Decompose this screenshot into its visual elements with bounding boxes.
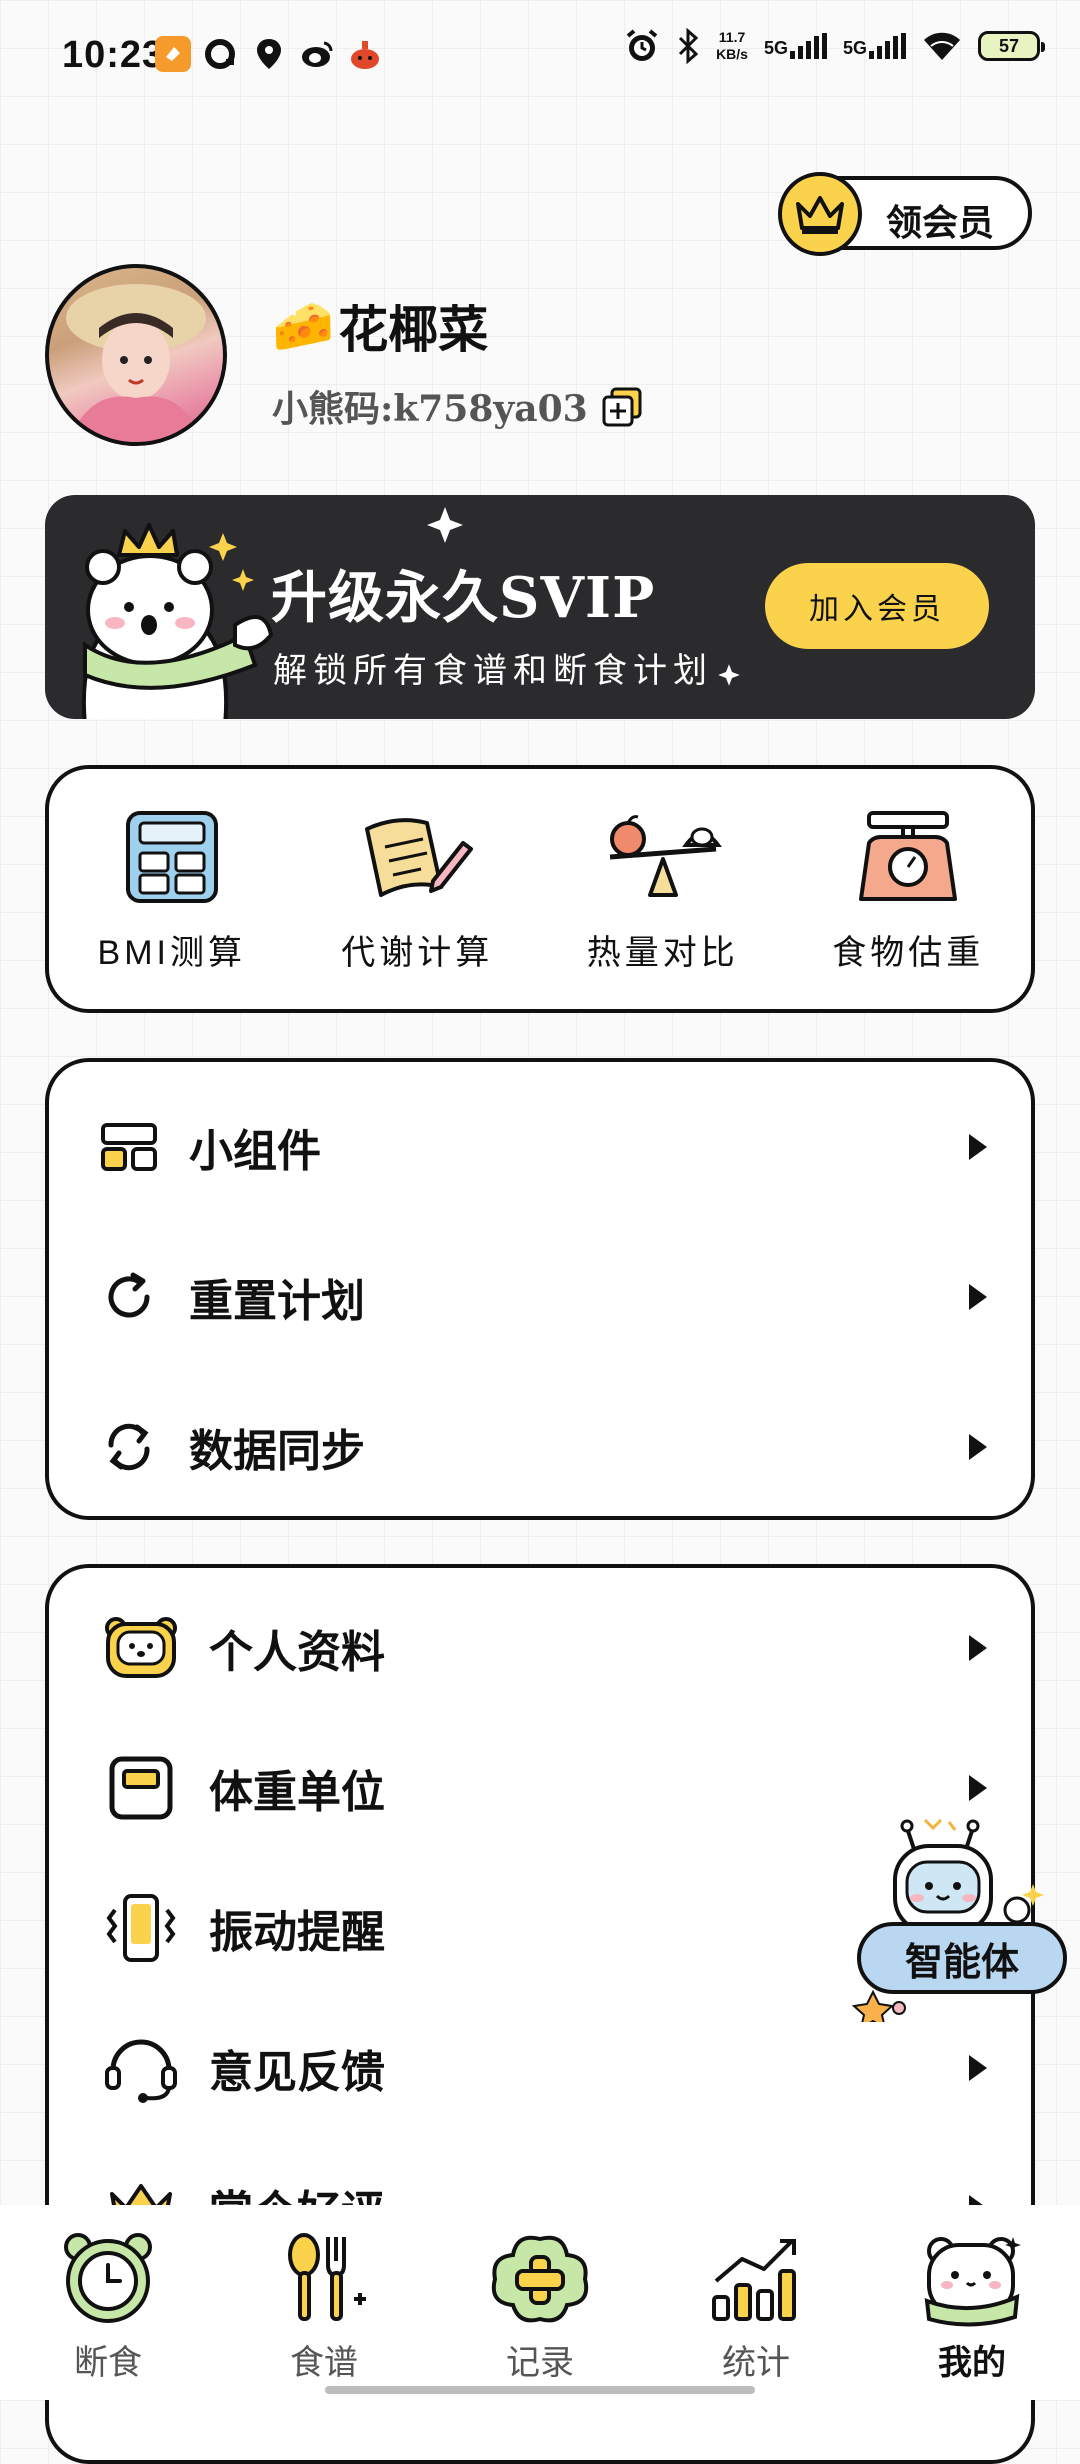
signal-bars-icon: [869, 33, 906, 59]
crown-icon: [778, 172, 862, 256]
signal-sim1: 5G: [764, 33, 827, 59]
calculator-icon: [125, 811, 218, 903]
vibration-icon: [101, 1888, 181, 1968]
chevron-right-icon: [969, 2055, 987, 2081]
game-app-icon: [347, 36, 383, 72]
tab-fasting[interactable]: 断食: [0, 2205, 216, 2400]
sync-icon: [97, 1415, 161, 1479]
user-code: 小熊码:k758ya03: [272, 380, 642, 432]
get-membership-button[interactable]: 领会员: [778, 172, 1032, 256]
tab-me[interactable]: 我的: [864, 2205, 1080, 2400]
add-record-icon: [491, 2235, 589, 2323]
svip-title: 升级永久SVIP: [271, 565, 656, 631]
sparkle-icon: [718, 664, 740, 686]
tools-card: BMI测算 代谢计算 热量对比 食物估重: [45, 765, 1035, 1013]
status-bar: 10:23 11.7 KB/s 5G 5G 57: [0, 0, 1080, 110]
signal-sim2: 5G: [843, 33, 906, 59]
nickname-text: 花椰菜: [338, 300, 489, 359]
reset-icon: [97, 1265, 161, 1329]
tab-recipes[interactable]: 食谱: [216, 2205, 432, 2400]
menu-item-label: 个人资料: [209, 1627, 385, 1678]
tab-label: 统计: [722, 2344, 790, 2382]
home-indicator[interactable]: [325, 2386, 755, 2394]
bear-icon: [924, 2237, 1021, 2327]
menu-item-reset-plan[interactable]: 重置计划: [49, 1222, 1031, 1372]
chevron-right-icon: [969, 1134, 987, 1160]
menu-item-widgets[interactable]: 小组件: [49, 1072, 1031, 1222]
tab-label: 断食: [74, 2344, 142, 2382]
menu-item-label: 数据同步: [189, 1426, 365, 1477]
get-membership-label: 领会员: [886, 202, 995, 243]
avatar[interactable]: [45, 264, 227, 446]
balance-scale-icon: [609, 815, 722, 897]
tab-record[interactable]: 记录: [432, 2205, 648, 2400]
chart-icon: [712, 2239, 796, 2321]
chevron-right-icon: [969, 1775, 987, 1801]
tool-label: BMI测算: [97, 934, 246, 972]
scale-unit-icon: [101, 1748, 181, 1828]
status-time: 10:23: [62, 34, 165, 76]
menu-item-profile[interactable]: 个人资料: [49, 1578, 1031, 1718]
tool-food-weight[interactable]: 食物估重: [786, 769, 1032, 1009]
svip-banner[interactable]: 升级永久SVIP 解锁所有食谱和断食计划 加入会员: [45, 495, 1035, 719]
notification-icons: [155, 36, 383, 72]
document-pen-icon: [365, 818, 474, 897]
bear-profile-icon: [101, 1608, 181, 1688]
user-code-text: 小熊码:k758ya03: [272, 388, 588, 430]
signal-bars-icon: [789, 33, 827, 59]
wifi-icon: [924, 32, 960, 60]
tab-statistics[interactable]: 统计: [648, 2205, 864, 2400]
battery-indicator: 57: [978, 31, 1045, 61]
location-icon: [251, 36, 287, 72]
sparkle-icon: [427, 507, 463, 543]
bear-mascot-icon: [81, 523, 274, 719]
bluetooth-icon: [679, 28, 699, 64]
clock-icon: [64, 2233, 152, 2323]
tool-label: 食物估重: [832, 934, 985, 972]
app-notification-icon: [155, 36, 191, 72]
network-speed: 11.7 KB/s: [716, 29, 748, 62]
cheese-emoji-icon: 🧀: [272, 296, 335, 355]
weibo-icon: [299, 36, 335, 72]
tab-label: 我的: [938, 2344, 1006, 2382]
settings-menu-1: 小组件 重置计划 数据同步: [45, 1058, 1035, 1520]
utensils-icon: [288, 2233, 366, 2321]
tool-label: 代谢计算: [341, 934, 494, 972]
tool-metabolism[interactable]: 代谢计算: [295, 769, 541, 1009]
chevron-right-icon: [969, 1434, 987, 1460]
chevron-right-icon: [969, 1635, 987, 1661]
menu-item-label: 体重单位: [209, 1767, 385, 1818]
profile-name: 🧀 花椰菜: [272, 290, 488, 362]
ai-agent-button[interactable]: 智能体: [845, 1812, 1075, 2022]
ai-agent-label: 智能体: [857, 1922, 1067, 1994]
tool-bmi[interactable]: BMI测算: [49, 769, 295, 1009]
tool-label: 热量对比: [586, 934, 739, 972]
alarm-icon: [626, 29, 658, 61]
tab-label: 食谱: [290, 2344, 358, 2382]
svip-subtitle: 解锁所有食谱和断食计划: [273, 652, 713, 690]
menu-item-label: 意见反馈: [209, 2047, 385, 2098]
tool-calorie-compare[interactable]: 热量对比: [540, 769, 786, 1009]
system-status-icons: 11.7 KB/s 5G 5G 57: [624, 28, 1045, 64]
copy-icon[interactable]: [602, 387, 642, 427]
widget-icon: [97, 1115, 161, 1179]
bottom-nav: 断食 食谱 记录 统计 我的: [0, 2205, 1080, 2400]
join-membership-button[interactable]: 加入会员: [765, 563, 989, 649]
headset-icon: [101, 2028, 181, 2108]
q-app-icon: [203, 36, 239, 72]
tab-label: 记录: [506, 2344, 574, 2382]
menu-item-data-sync[interactable]: 数据同步: [49, 1372, 1031, 1522]
chevron-right-icon: [969, 1284, 987, 1310]
menu-item-label: 重置计划: [189, 1276, 365, 1327]
menu-item-label: 振动提醒: [209, 1907, 385, 1958]
kitchen-scale-icon: [859, 811, 958, 901]
menu-item-label: 小组件: [189, 1126, 321, 1177]
